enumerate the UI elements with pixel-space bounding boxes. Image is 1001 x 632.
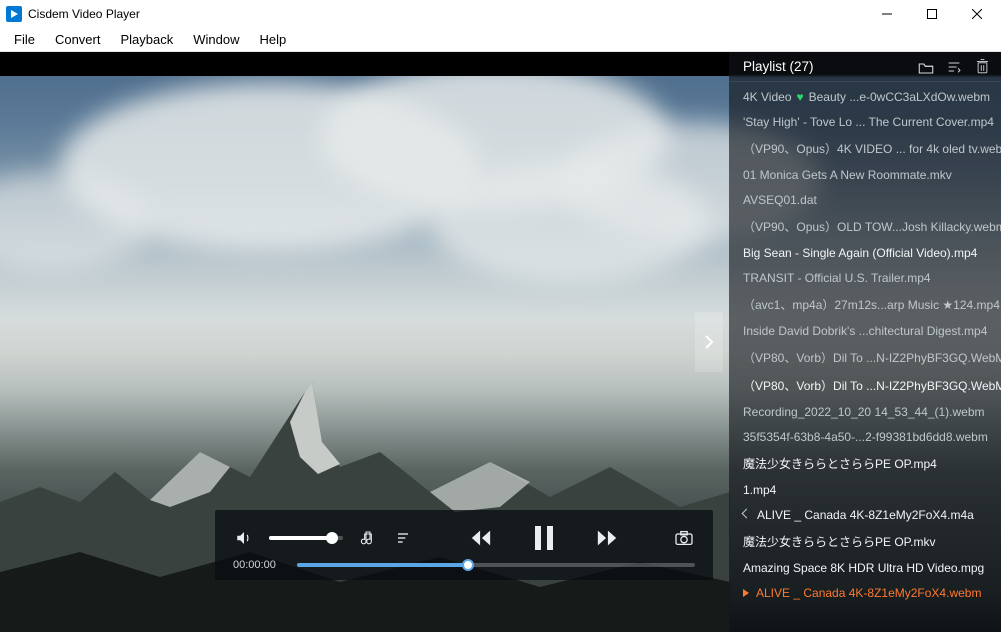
menu-convert[interactable]: Convert (45, 29, 111, 50)
chevron-down-icon (742, 509, 752, 519)
playlist-item-label: （VP80、Vorb）Dil To ...N-IZ2PhyBF3GQ.WebM (743, 349, 1001, 366)
playlist-item-label: ALIVE _ Canada 4K-8Z1eMy2FoX4.webm (756, 586, 981, 600)
heart-icon: ♥ (797, 90, 804, 104)
playlist-panel: Playlist (27) 4K Video ♥ Beauty ...e-0wCC3… (729, 52, 1001, 632)
playlist-item-label: （VP80、Vorb）Dil To ...N-IZ2PhyBF3GQ.WebM (743, 377, 1001, 394)
video-viewport[interactable]: 00:00:00 Playlist (27) 4K Video ♥ Beauty .… (0, 52, 1001, 632)
playlist-header: Playlist (27) (729, 52, 1001, 82)
playlist-item-label: 'Stay High' - Tove Lo ... The Current Co… (743, 115, 994, 129)
menu-help[interactable]: Help (249, 29, 296, 50)
playlist-item[interactable]: Recording_2022_10_20 14_53_44_(1).webm (729, 399, 1001, 424)
playlist-item[interactable]: 4K Video ♥ Beauty ...e-0wCC3aLXdOw.webm (729, 84, 1001, 109)
playlist-item[interactable]: 1.mp4 (729, 477, 1001, 502)
playlist-items[interactable]: 4K Video ♥ Beauty ...e-0wCC3aLXdOw.webm 'St… (729, 82, 1001, 632)
playlist-item-label: 35f5354f-63b8-4a50-...2-f99381bd6dd8.web… (743, 430, 988, 444)
playlist-item-label: AVSEQ01.dat (743, 193, 817, 207)
pause-button[interactable] (530, 524, 558, 552)
minimize-button[interactable] (864, 0, 909, 28)
titlebar[interactable]: Cisdem Video Player (0, 0, 1001, 28)
menu-playback[interactable]: Playback (110, 29, 183, 50)
volume-icon[interactable] (233, 527, 255, 549)
playlist-item[interactable]: 魔法少女きららとさららPE OP.mkv (729, 527, 1001, 555)
delete-icon[interactable] (973, 58, 991, 76)
playlist-item-suffix: Beauty ...e-0wCC3aLXdOw.webm (809, 90, 990, 104)
playlist-item-label: Big Sean - Single Again (Official Video)… (743, 246, 977, 260)
playlist-item-label: 魔法少女きららとさららPE OP.mkv (743, 533, 935, 550)
playlist-item[interactable]: （VP90、Opus）OLD TOW...Josh Killacky.webm (729, 212, 1001, 240)
progress-slider[interactable] (297, 563, 695, 567)
sort-icon[interactable] (945, 58, 963, 76)
rewind-button[interactable] (470, 527, 492, 549)
playlist-title: Playlist (27) (743, 59, 814, 74)
playlist-item[interactable]: 魔法少女きららとさららPE OP.mp4 (729, 449, 1001, 477)
playlist-item-label: Recording_2022_10_20 14_53_44_(1).webm (743, 405, 985, 419)
playlist-item[interactable]: （avc1、mp4a）27m12s...arp Music ★124.mp4 (729, 290, 1001, 318)
menu-window[interactable]: Window (183, 29, 249, 50)
current-time-label: 00:00:00 (233, 559, 285, 571)
app-icon (6, 6, 22, 22)
playlist-item-label: 4K Video (743, 90, 792, 104)
playlist-item[interactable]: 'Stay High' - Tove Lo ... The Current Co… (729, 109, 1001, 134)
fast-forward-button[interactable] (596, 527, 618, 549)
playlist-item-label: （VP90、Opus）OLD TOW...Josh Killacky.webm (743, 218, 1001, 235)
playlist-item[interactable]: TRANSIT - Official U.S. Trailer.mp4 (729, 265, 1001, 290)
playlist-item-label: （avc1、mp4a）27m12s...arp Music ★124.mp4 (743, 296, 1000, 313)
playlist-item-label: ALIVE _ Canada 4K-8Z1eMy2FoX4.m4a (757, 508, 974, 522)
now-playing-icon (743, 589, 749, 597)
playlist-item[interactable]: （VP80、Vorb）Dil To ...N-IZ2PhyBF3GQ.WebM (729, 371, 1001, 399)
playlist-item[interactable]: Big Sean - Single Again (Official Video)… (729, 240, 1001, 265)
audio-settings-icon[interactable] (357, 527, 379, 549)
playlist-item[interactable]: 35f5354f-63b8-4a50-...2-f99381bd6dd8.web… (729, 424, 1001, 449)
playlist-item-label: Inside David Dobrik's ...chitectural Dig… (743, 324, 987, 338)
playlist-item[interactable]: 01 Monica Gets A New Roommate.mkv (729, 162, 1001, 187)
next-video-button[interactable] (695, 312, 723, 372)
player-controls: 00:00:00 (215, 510, 713, 580)
window-title: Cisdem Video Player (28, 7, 864, 21)
playlist-item[interactable]: AVSEQ01.dat (729, 187, 1001, 212)
playlist-item[interactable]: （VP90、Opus）4K VIDEO ... for 4k oled tv.w… (729, 134, 1001, 162)
snapshot-button[interactable] (673, 527, 695, 549)
playlist-item-label: TRANSIT - Official U.S. Trailer.mp4 (743, 271, 931, 285)
playlist-item[interactable]: ALIVE _ Canada 4K-8Z1eMy2FoX4.m4a (729, 502, 1001, 527)
playlist-item-label: （VP90、Opus）4K VIDEO ... for 4k oled tv.w… (743, 140, 1001, 157)
open-folder-icon[interactable] (917, 58, 935, 76)
playlist-toggle-icon[interactable] (393, 527, 415, 549)
playlist-item[interactable]: （VP80、Vorb）Dil To ...N-IZ2PhyBF3GQ.WebM (729, 343, 1001, 371)
playlist-item-label: 1.mp4 (743, 483, 776, 497)
playlist-item[interactable]: ALIVE _ Canada 4K-8Z1eMy2FoX4.webm (729, 580, 1001, 605)
playlist-item-label: 魔法少女きららとさららPE OP.mp4 (743, 455, 937, 472)
menu-file[interactable]: File (4, 29, 45, 50)
playlist-item[interactable]: Inside David Dobrik's ...chitectural Dig… (729, 318, 1001, 343)
close-button[interactable] (954, 0, 999, 28)
menubar: File Convert Playback Window Help (0, 28, 1001, 52)
volume-slider[interactable] (269, 536, 343, 540)
playlist-item-label: 01 Monica Gets A New Roommate.mkv (743, 168, 952, 182)
playlist-item[interactable]: Amazing Space 8K HDR Ultra HD Video.mpg (729, 555, 1001, 580)
maximize-button[interactable] (909, 0, 954, 28)
playlist-item-label: Amazing Space 8K HDR Ultra HD Video.mpg (743, 561, 984, 575)
